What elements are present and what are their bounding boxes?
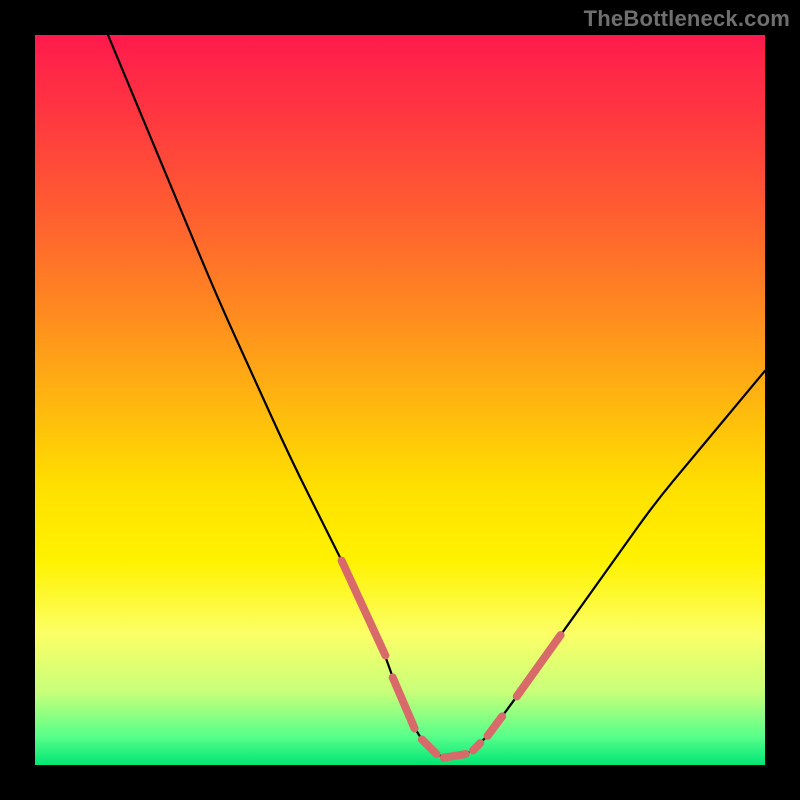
highlight-dash: [517, 635, 561, 696]
watermark-text: TheBottleneck.com: [584, 6, 790, 32]
highlight-dash: [342, 561, 386, 656]
chart-overlay: [35, 35, 765, 765]
bottleneck-curve: [108, 35, 765, 758]
chart-frame: TheBottleneck.com: [0, 0, 800, 800]
highlight-dash: [422, 739, 437, 754]
highlight-dash: [393, 677, 415, 728]
highlight-dash: [488, 716, 503, 735]
highlight-dashes: [342, 561, 561, 758]
highlight-dash: [473, 743, 480, 750]
highlight-dash: [444, 754, 466, 758]
